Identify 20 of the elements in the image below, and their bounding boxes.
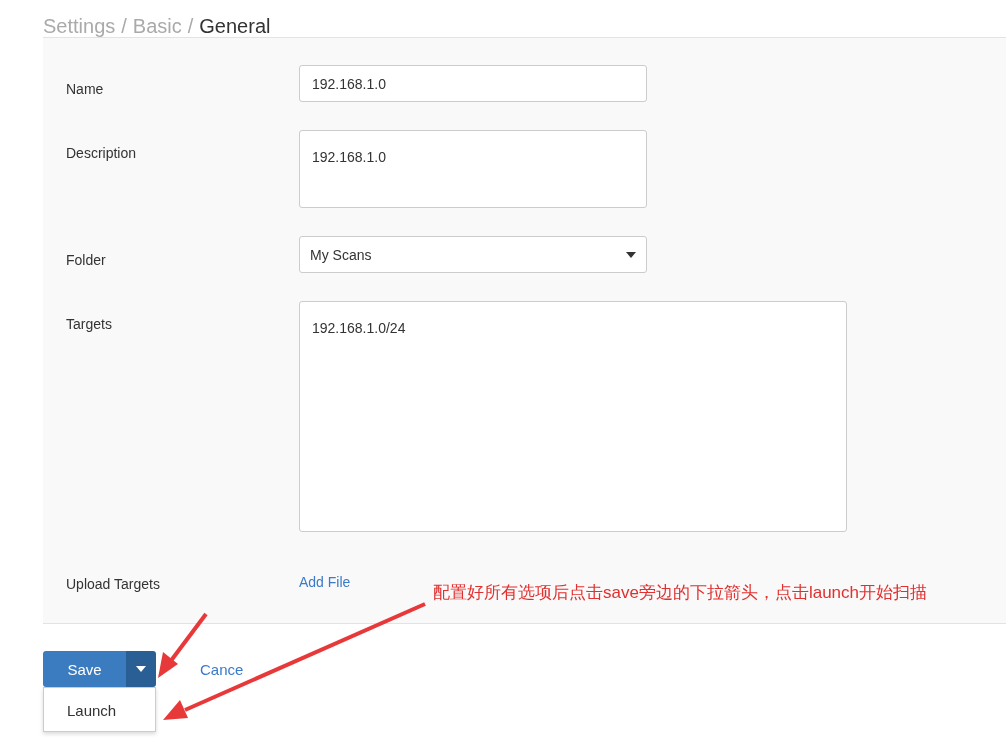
menu-item[interactable]: Launch: [67, 702, 117, 719]
description-field[interactable]: 192.168.1.0: [299, 130, 647, 208]
add-file-link[interactable]: Add File: [299, 574, 351, 590]
cancel-link[interactable]: Cance: [200, 651, 244, 678]
field-label: Folder: [66, 251, 107, 268]
field-label: Description: [66, 144, 138, 161]
name-field[interactable]: 192.168.1.0: [299, 65, 647, 102]
caret-icon: [626, 251, 636, 258]
caret-icon: [136, 666, 146, 672]
breadcrumb-separator: /: [121, 15, 127, 37]
field-label: Upload Targets: [66, 575, 161, 592]
breadcrumb-item: General: [199, 15, 271, 37]
targets-field[interactable]: 192.168.1.0/24: [299, 301, 847, 532]
breadcrumb-separator: /: [187, 15, 194, 37]
save-button[interactable]: Save: [43, 651, 126, 687]
dropdown-toggle[interactable]: [126, 651, 156, 687]
field-label: Name: [66, 80, 105, 97]
folder-select[interactable]: My Scans: [299, 236, 647, 273]
field-label: Targets: [66, 315, 113, 332]
annotation-text: 配置好所有选项后点击save旁边的下拉箭头，点击launch开始扫描: [433, 582, 927, 604]
